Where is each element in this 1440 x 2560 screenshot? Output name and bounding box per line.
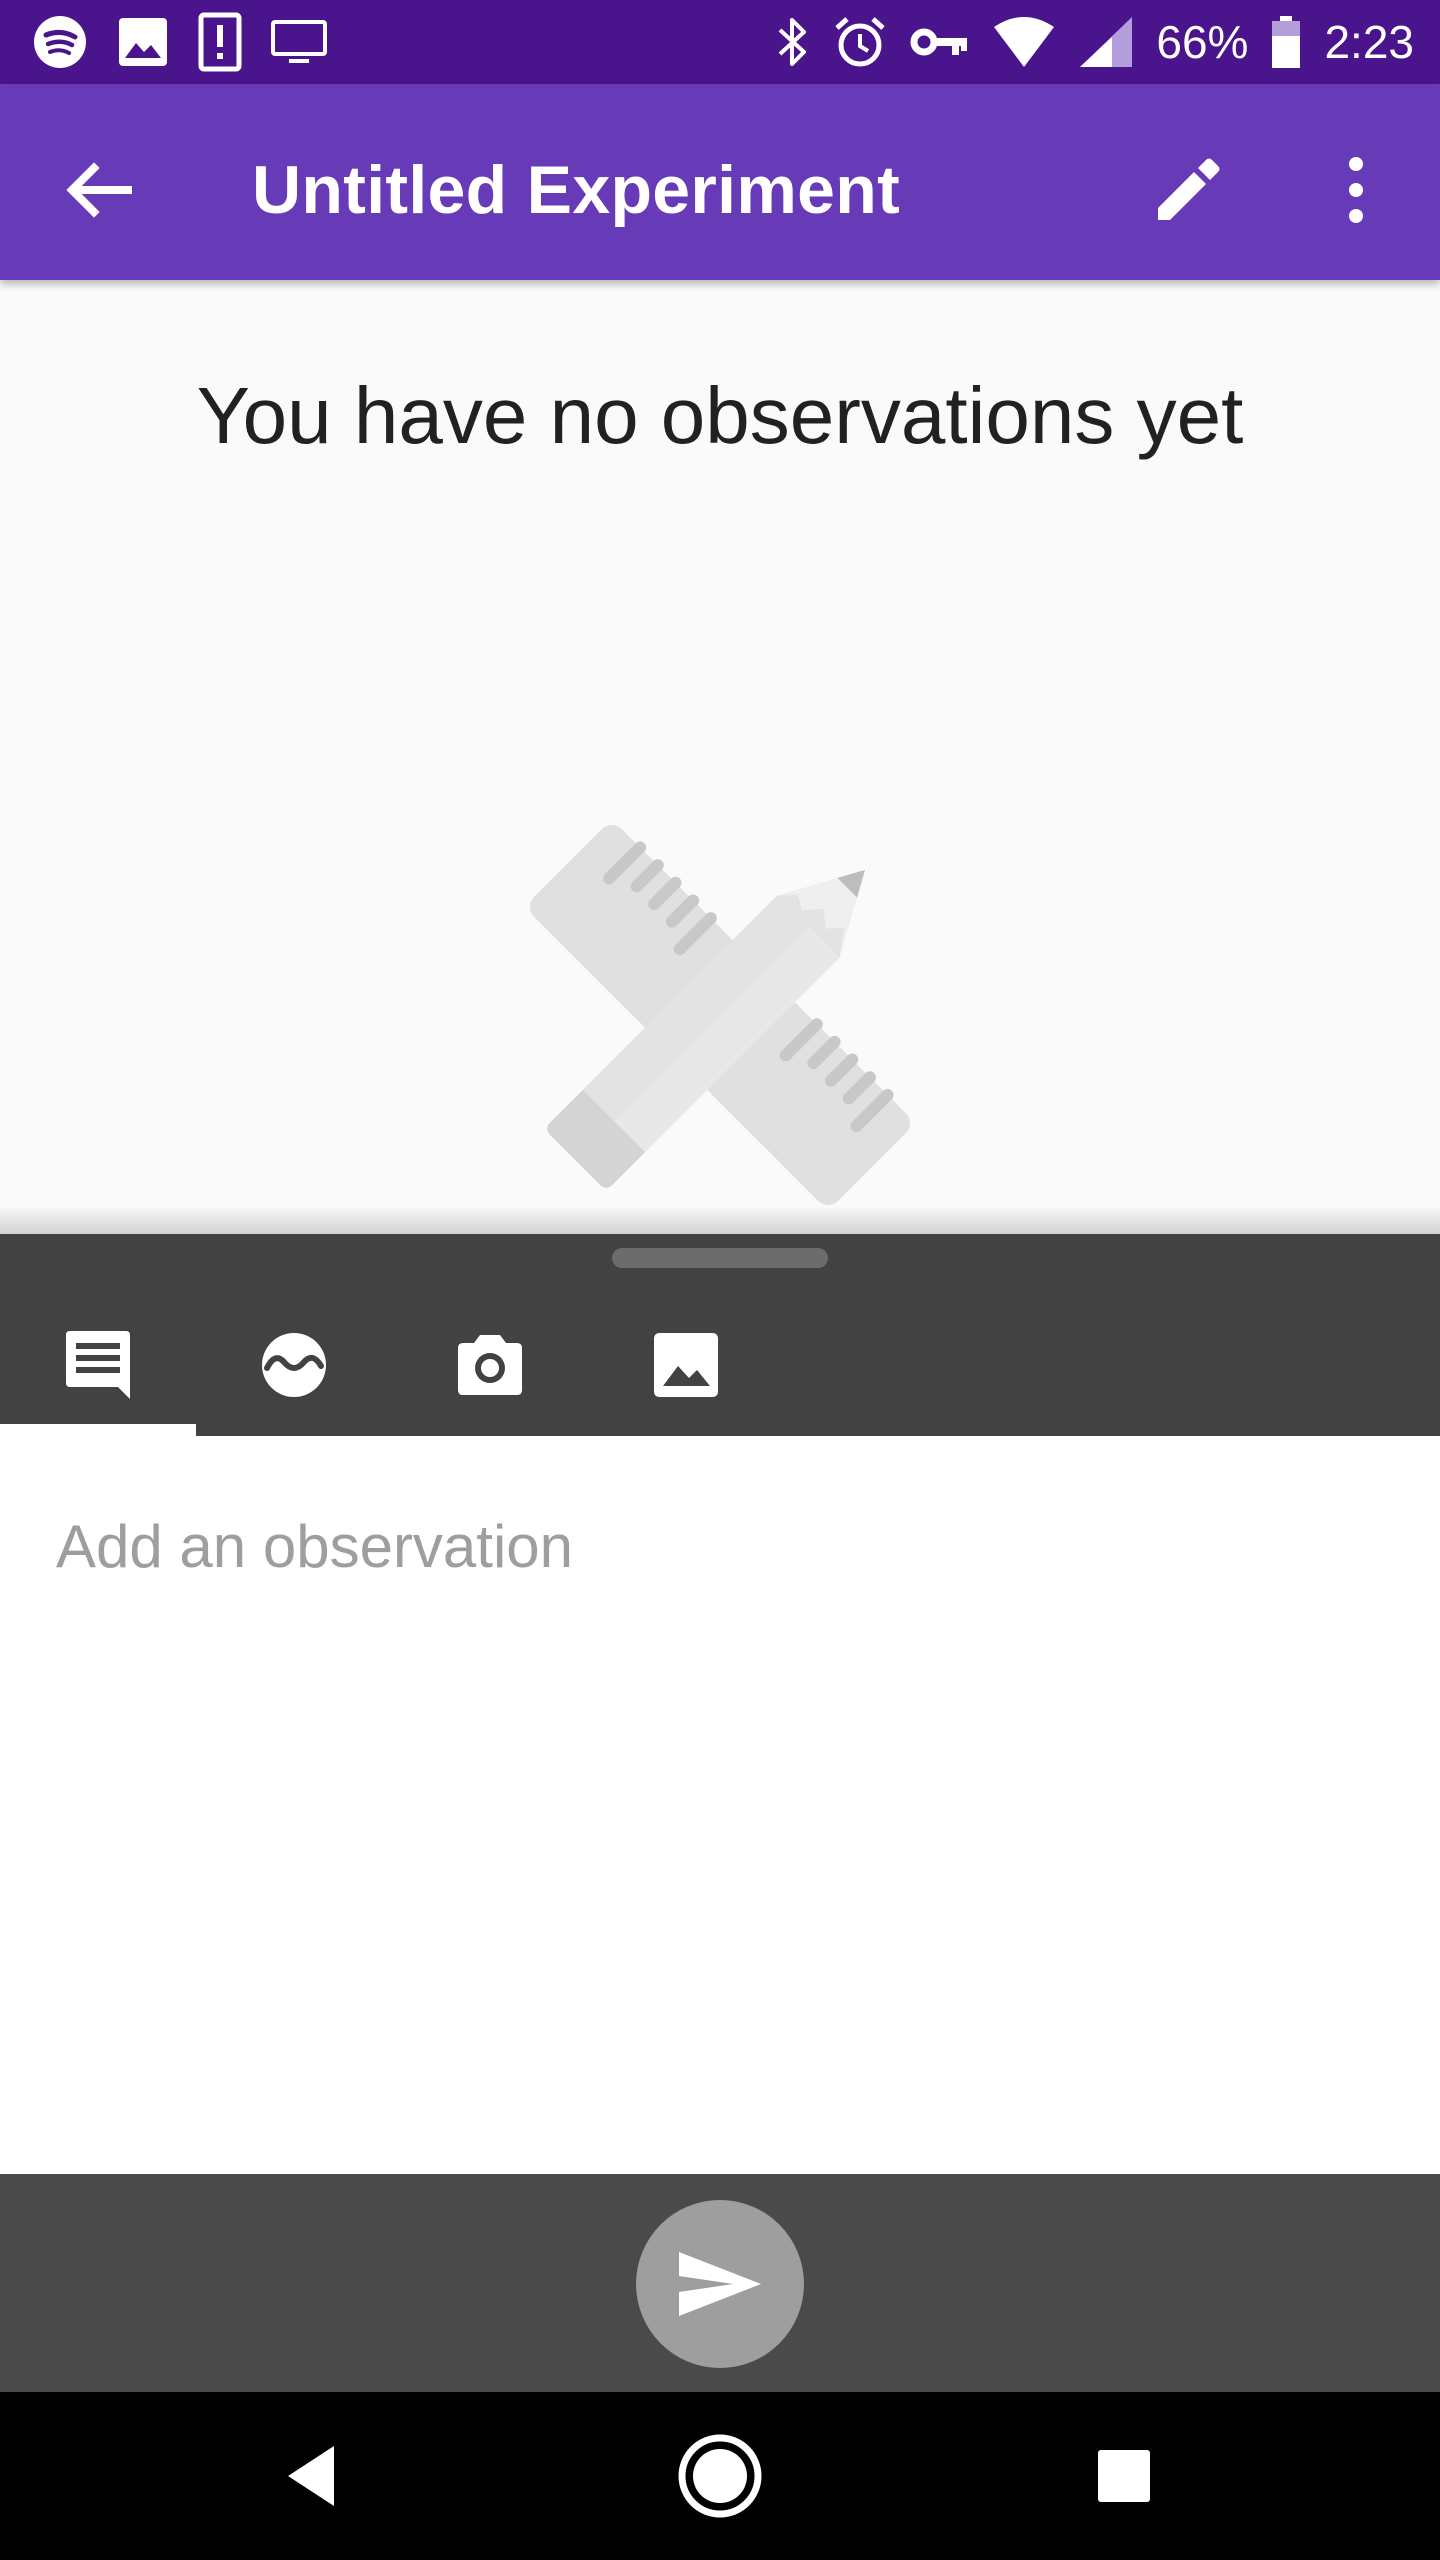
system-icons: 66% 2:23: [774, 10, 1414, 74]
tab-gallery[interactable]: [588, 1294, 784, 1436]
status-bar: 66% 2:23: [0, 0, 1440, 84]
alert-notification-icon: [198, 12, 242, 72]
back-arrow-icon[interactable]: [50, 142, 146, 238]
nav-recents-icon[interactable]: [1076, 2428, 1172, 2524]
sheet-shadow: [0, 1206, 1440, 1234]
app-bar: Untitled Experiment: [0, 84, 1440, 280]
gallery-icon: [654, 1333, 718, 1397]
bluetooth-icon: [779, 18, 807, 66]
observation-toolbar: [0, 1234, 1440, 1436]
vpn-key-icon: [910, 28, 968, 56]
selected-tab-indicator: [0, 1424, 196, 1436]
text-note-icon: [66, 1331, 130, 1399]
more-vert-icon[interactable]: [1308, 142, 1404, 238]
note-area: [0, 1436, 1440, 2174]
wifi-icon: [994, 17, 1055, 67]
tab-sensor[interactable]: [196, 1294, 392, 1436]
send-button[interactable]: [636, 2200, 804, 2368]
tab-text-note[interactable]: [0, 1294, 196, 1436]
ruler-pencil-illustration: [529, 824, 911, 1206]
drag-handle[interactable]: [612, 1248, 828, 1268]
sensor-wave-icon: [262, 1333, 326, 1397]
camera-icon: [458, 1335, 522, 1395]
battery-percent: 66%: [1156, 16, 1249, 68]
page-title: Untitled Experiment: [252, 152, 901, 228]
cast-display-icon: [271, 20, 327, 63]
nav-home-icon[interactable]: [672, 2428, 768, 2524]
observation-input[interactable]: [56, 1496, 1376, 1596]
image-notification-icon: [119, 18, 167, 66]
edit-icon[interactable]: [1140, 142, 1236, 238]
spotify-icon: [34, 16, 86, 68]
tab-camera[interactable]: [392, 1294, 588, 1436]
cell-signal-icon: [1080, 17, 1133, 67]
system-nav-bar: [0, 2392, 1440, 2560]
battery-icon: [1272, 16, 1301, 68]
alarm-icon: [835, 17, 886, 67]
nav-back-icon[interactable]: [268, 2428, 364, 2524]
send-icon: [679, 2252, 761, 2316]
notification-icons: [32, 10, 328, 74]
empty-state-message: You have no observations yet: [196, 371, 1244, 460]
send-bar: [0, 2174, 1440, 2392]
status-time: 2:23: [1324, 16, 1414, 68]
